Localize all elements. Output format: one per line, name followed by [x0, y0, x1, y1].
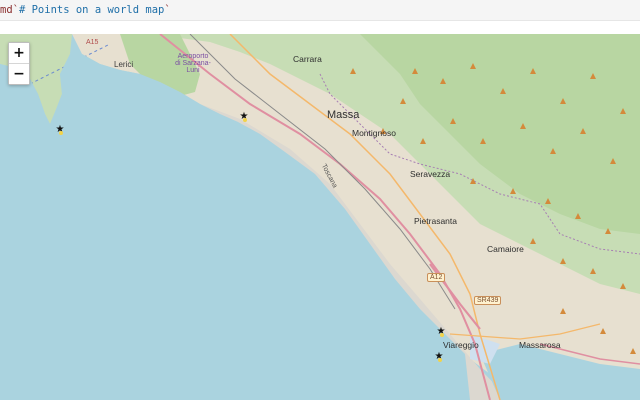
- place-label-viareggio: Viareggio: [443, 340, 479, 350]
- road-label-a15: A15: [86, 39, 99, 46]
- place-label-airport: Aeroporto di Sarzana-Luni: [175, 53, 211, 74]
- point-marker[interactable]: ★: [55, 125, 65, 135]
- place-label-seravezza: Seravezza: [410, 169, 451, 179]
- code-line: md`# Points on a world map`: [0, 2, 171, 18]
- place-label-massarosa: Massarosa: [519, 340, 561, 350]
- place-label-camaiore: Camaiore: [487, 244, 524, 254]
- place-label-carrara: Carrara: [293, 54, 322, 64]
- place-label-montignoso: Montignoso: [352, 128, 396, 138]
- code-text: # Points on a world map: [18, 4, 165, 16]
- code-prefix: md`: [0, 4, 19, 16]
- code-cell[interactable]: md`# Points on a world map`: [0, 0, 640, 21]
- map-viewport[interactable]: Carrara Massa Montignoso Seravezza Pietr…: [0, 34, 640, 400]
- code-suffix: `: [164, 4, 171, 16]
- zoom-out-button[interactable]: −: [9, 64, 29, 84]
- place-label-lerici: Lerici: [114, 60, 134, 69]
- point-marker[interactable]: ★: [434, 352, 444, 362]
- place-label-pietrasanta: Pietrasanta: [414, 216, 457, 226]
- road-label-a12: A12: [427, 273, 446, 282]
- road-label-sr439: SR439: [474, 296, 502, 305]
- zoom-control: + −: [8, 42, 30, 85]
- point-marker[interactable]: ★: [436, 327, 446, 337]
- place-label-massa: Massa: [327, 109, 360, 121]
- point-marker[interactable]: ★: [239, 112, 249, 122]
- zoom-in-button[interactable]: +: [9, 43, 29, 63]
